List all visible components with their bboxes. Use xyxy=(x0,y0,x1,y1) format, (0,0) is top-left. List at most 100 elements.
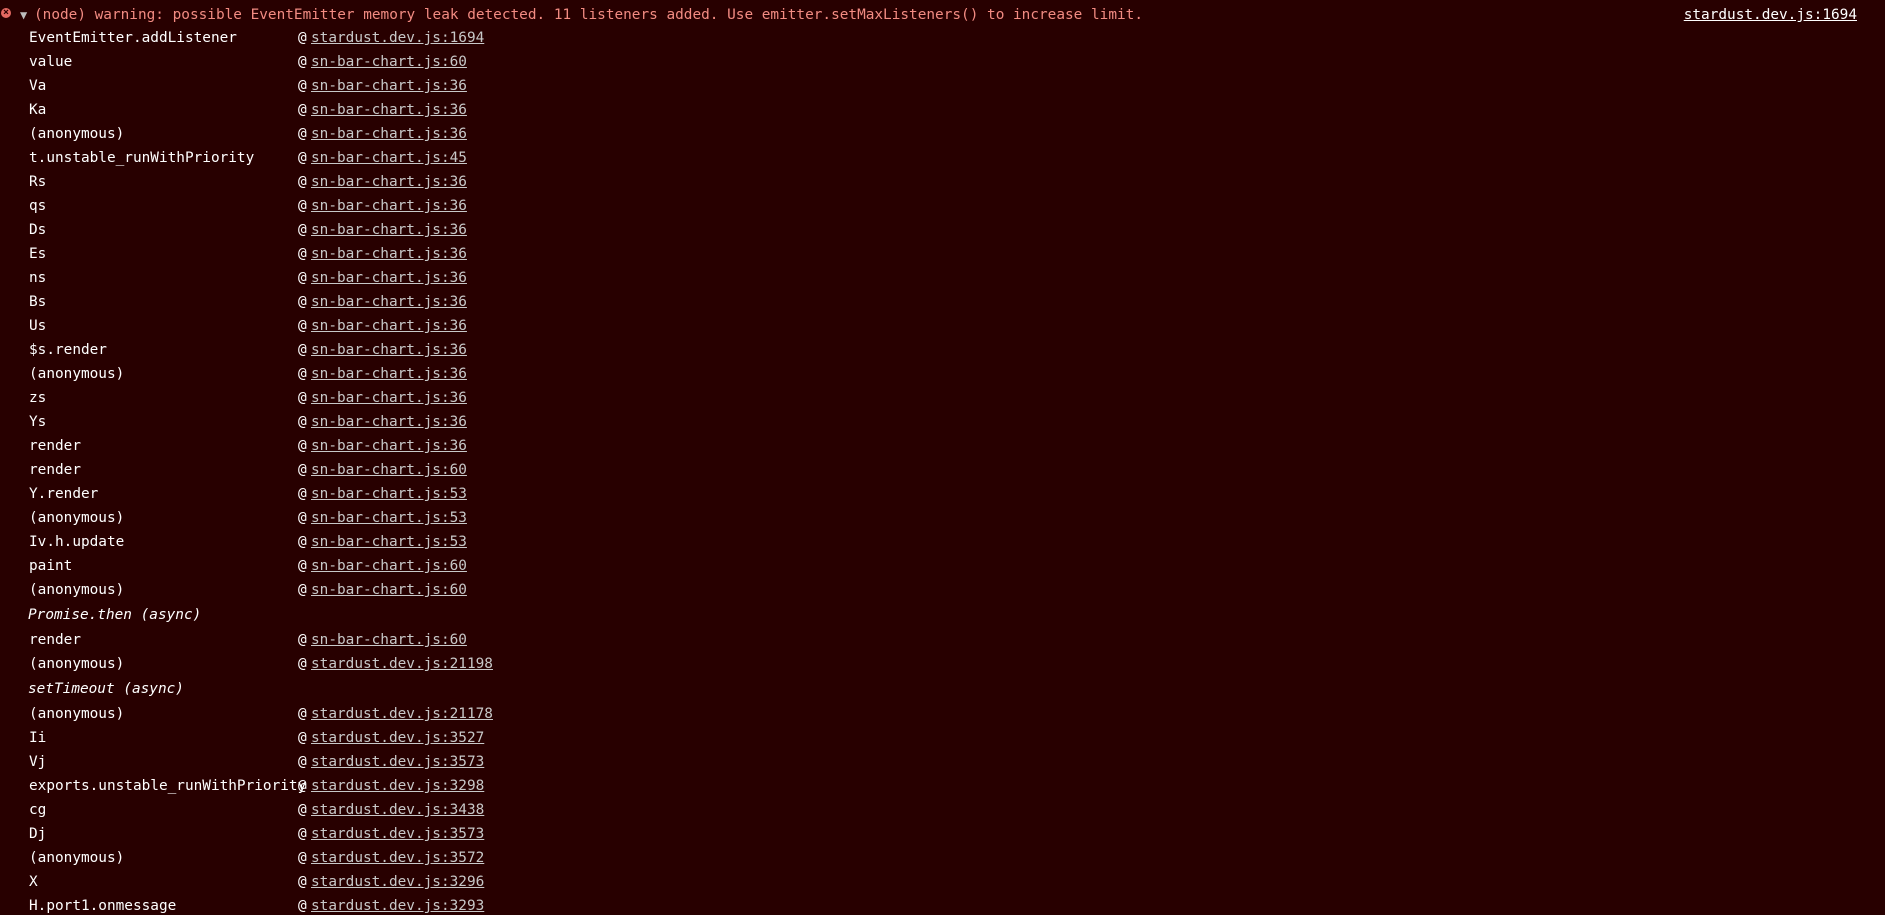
frame-source-link[interactable]: sn-bar-chart.js:36 xyxy=(311,314,467,338)
frame-source-link[interactable]: sn-bar-chart.js:53 xyxy=(311,482,467,506)
frame-source-link[interactable]: sn-bar-chart.js:60 xyxy=(311,554,467,578)
frame-source-link[interactable]: sn-bar-chart.js:36 xyxy=(311,362,467,386)
stack-frame: Dj @ stardust.dev.js:3573 xyxy=(0,822,1885,846)
frame-at-symbol: @ xyxy=(298,438,307,454)
stack-frame: zs @ sn-bar-chart.js:36 xyxy=(0,386,1885,410)
frame-source-link[interactable]: sn-bar-chart.js:36 xyxy=(311,74,467,98)
frame-at-symbol: @ xyxy=(298,126,307,142)
frame-at-symbol: @ xyxy=(298,706,307,722)
frame-source-link[interactable]: sn-bar-chart.js:36 xyxy=(311,218,467,242)
stack-frame: (anonymous) @ stardust.dev.js:21198 xyxy=(0,652,1885,676)
stack-frame: Iv.h.update @ sn-bar-chart.js:53 xyxy=(0,530,1885,554)
frame-at-symbol: @ xyxy=(298,414,307,430)
frame-source-link[interactable]: sn-bar-chart.js:53 xyxy=(311,506,467,530)
stack-frame: Bs @ sn-bar-chart.js:36 xyxy=(0,290,1885,314)
frame-source-link[interactable]: sn-bar-chart.js:36 xyxy=(311,410,467,434)
frame-source-link[interactable]: sn-bar-chart.js:36 xyxy=(311,266,467,290)
frame-at-symbol: @ xyxy=(298,462,307,478)
frame-at-symbol: @ xyxy=(298,222,307,238)
frame-source-link[interactable]: sn-bar-chart.js:36 xyxy=(311,194,467,218)
frame-source-link[interactable]: sn-bar-chart.js:36 xyxy=(311,242,467,266)
frame-function-name: Us xyxy=(29,318,47,334)
frame-function-name: $s.render xyxy=(29,342,107,358)
frame-function-name: qs xyxy=(29,198,47,214)
frame-source-link[interactable]: stardust.dev.js:1694 xyxy=(311,26,484,50)
frame-function-name: Va xyxy=(29,78,47,94)
frame-at-symbol: @ xyxy=(298,850,307,866)
frame-function-name: H.port1.onmessage xyxy=(29,898,177,914)
stack-trace: EventEmitter.addListener @ stardust.dev.js… xyxy=(0,26,1885,915)
frame-source-link[interactable]: sn-bar-chart.js:36 xyxy=(311,122,467,146)
stack-frame: Ds @ sn-bar-chart.js:36 xyxy=(0,218,1885,242)
frame-source-link[interactable]: stardust.dev.js:3293 xyxy=(311,894,484,915)
frame-at-symbol: @ xyxy=(298,78,307,94)
frame-source-link[interactable]: sn-bar-chart.js:45 xyxy=(311,146,467,170)
stack-frame: Rs @ sn-bar-chart.js:36 xyxy=(0,170,1885,194)
stack-frame: Y.render @ sn-bar-chart.js:53 xyxy=(0,482,1885,506)
frame-source-link[interactable]: sn-bar-chart.js:60 xyxy=(311,578,467,602)
frame-at-symbol: @ xyxy=(298,102,307,118)
stack-frame: (anonymous) @ sn-bar-chart.js:60 xyxy=(0,578,1885,602)
frame-source-link[interactable]: sn-bar-chart.js:60 xyxy=(311,50,467,74)
frame-function-name: value xyxy=(29,54,73,70)
stack-frame: render @ sn-bar-chart.js:60 xyxy=(0,628,1885,652)
frame-function-name: zs xyxy=(29,390,47,406)
frame-function-name: EventEmitter.addListener xyxy=(29,30,237,46)
frame-source-link[interactable]: stardust.dev.js:3573 xyxy=(311,750,484,774)
frame-at-symbol: @ xyxy=(298,656,307,672)
frame-source-link[interactable]: sn-bar-chart.js:36 xyxy=(311,290,467,314)
frame-source-link[interactable]: stardust.dev.js:3298 xyxy=(311,774,484,798)
frame-at-symbol: @ xyxy=(298,30,307,46)
frame-at-symbol: @ xyxy=(298,558,307,574)
frame-function-name: paint xyxy=(29,558,73,574)
frame-source-link[interactable]: stardust.dev.js:21198 xyxy=(311,652,493,676)
stack-frame: exports.unstable_runWithPriority @ stardus… xyxy=(0,774,1885,798)
console-error-entry: × ▼ (node) warning: possible EventEmitte… xyxy=(0,0,1885,915)
frame-source-link[interactable]: sn-bar-chart.js:60 xyxy=(311,458,467,482)
stack-frame: ns @ sn-bar-chart.js:36 xyxy=(0,266,1885,290)
frame-function-name: render xyxy=(29,462,81,478)
frame-source-link[interactable]: sn-bar-chart.js:36 xyxy=(311,434,467,458)
frame-source-link[interactable]: stardust.dev.js:3296 xyxy=(311,870,484,894)
stack-frame: Ys @ sn-bar-chart.js:36 xyxy=(0,410,1885,434)
frame-function-name: Vj xyxy=(29,754,47,770)
frame-at-symbol: @ xyxy=(298,54,307,70)
frame-function-name: Ds xyxy=(29,222,47,238)
async-label: setTimeout (async) xyxy=(28,681,184,697)
frame-function-name: Rs xyxy=(29,174,47,190)
frame-source-link[interactable]: stardust.dev.js:3527 xyxy=(311,726,484,750)
stack-frame: X @ stardust.dev.js:3296 xyxy=(0,870,1885,894)
frame-source-link[interactable]: stardust.dev.js:21178 xyxy=(311,702,493,726)
stack-frame: EventEmitter.addListener @ stardust.dev.js… xyxy=(0,26,1885,50)
frame-function-name: Ii xyxy=(29,730,47,746)
frame-at-symbol: @ xyxy=(298,802,307,818)
frame-at-symbol: @ xyxy=(298,730,307,746)
frame-source-link[interactable]: stardust.dev.js:3573 xyxy=(311,822,484,846)
frame-source-link[interactable]: sn-bar-chart.js:36 xyxy=(311,170,467,194)
async-label: Promise.then (async) xyxy=(28,607,202,623)
frame-function-name: (anonymous) xyxy=(29,366,125,382)
frame-source-link[interactable]: sn-bar-chart.js:53 xyxy=(311,530,467,554)
frame-function-name: (anonymous) xyxy=(29,510,125,526)
stack-frame: Ka @ sn-bar-chart.js:36 xyxy=(0,98,1885,122)
stack-frame: Vj @ stardust.dev.js:3573 xyxy=(0,750,1885,774)
frame-source-link[interactable]: stardust.dev.js:3438 xyxy=(311,798,484,822)
frame-source-link[interactable]: stardust.dev.js:3572 xyxy=(311,846,484,870)
frame-at-symbol: @ xyxy=(298,246,307,262)
frame-source-link[interactable]: sn-bar-chart.js:36 xyxy=(311,98,467,122)
stack-frame: qs @ sn-bar-chart.js:36 xyxy=(0,194,1885,218)
frame-source-link[interactable]: sn-bar-chart.js:36 xyxy=(311,338,467,362)
frame-function-name: Ys xyxy=(29,414,47,430)
stack-frame: Va @ sn-bar-chart.js:36 xyxy=(0,74,1885,98)
frame-source-link[interactable]: sn-bar-chart.js:60 xyxy=(311,628,467,652)
frame-function-name: (anonymous) xyxy=(29,850,125,866)
frame-function-name: render xyxy=(29,632,81,648)
stack-frame: (anonymous) @ sn-bar-chart.js:53 xyxy=(0,506,1885,530)
frame-at-symbol: @ xyxy=(298,318,307,334)
frame-at-symbol: @ xyxy=(298,754,307,770)
frame-at-symbol: @ xyxy=(298,486,307,502)
frame-function-name: cg xyxy=(29,802,47,818)
frame-source-link[interactable]: sn-bar-chart.js:36 xyxy=(311,386,467,410)
frame-at-symbol: @ xyxy=(298,270,307,286)
stack-frame: (anonymous) @ stardust.dev.js:21178 xyxy=(0,702,1885,726)
